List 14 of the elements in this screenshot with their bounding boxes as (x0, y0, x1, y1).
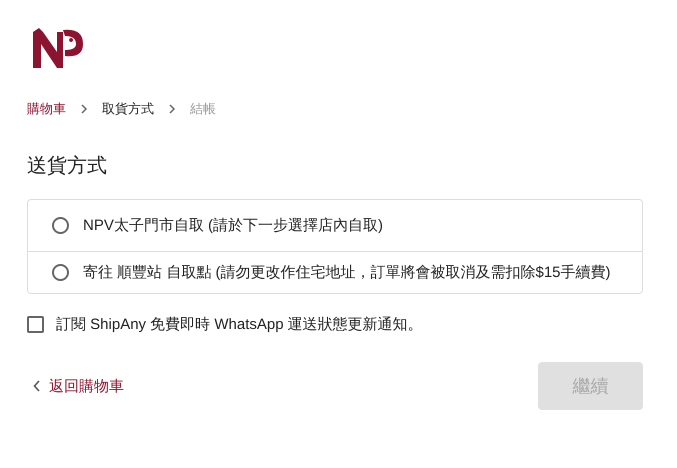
radio-button[interactable] (52, 264, 69, 281)
breadcrumb-item[interactable]: 購物車 (27, 100, 66, 118)
checkbox[interactable] (27, 316, 44, 333)
chevron-right-icon (168, 104, 176, 114)
option-label: 寄往 順豐站 自取點 (請勿更改作住宅地址，訂單將會被取消及需扣除$15手續費) (83, 263, 611, 282)
option-label: NPV太子門市自取 (請於下一步選擇店內自取) (83, 216, 383, 235)
chevron-left-icon (33, 380, 41, 392)
chevron-right-icon (80, 104, 88, 114)
back-link[interactable]: 返回購物車 (27, 376, 124, 396)
radio-button[interactable] (52, 217, 69, 234)
breadcrumb-item: 取貨方式 (102, 100, 154, 118)
breadcrumb-item: 結帳 (190, 100, 216, 118)
page-heading: 送貨方式 (27, 154, 108, 179)
checkbox-label: 訂閱 ShipAny 免費即時 WhatsApp 運送狀態更新通知。 (56, 315, 423, 334)
